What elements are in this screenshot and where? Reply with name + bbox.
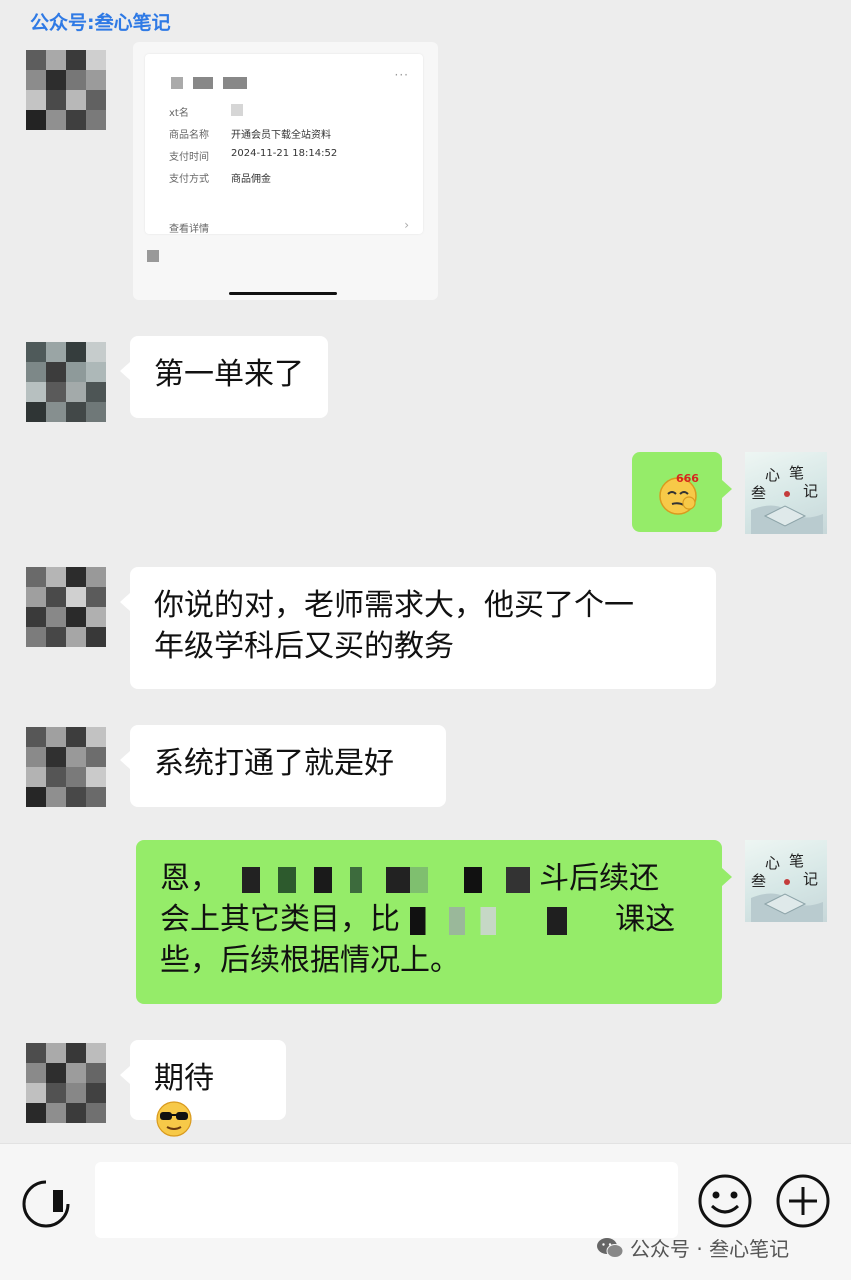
card-row-key: xt名 [169,108,189,119]
svg-text:666: 666 [676,472,699,485]
svg-text:心: 心 [765,854,780,872]
avatar[interactable] [26,567,106,647]
message-text: 第一单来了 [154,357,304,392]
message-text: 会上其它类目，比 [160,902,400,937]
svg-text:记: 记 [803,870,818,888]
svg-text:笔: 笔 [789,852,804,870]
message-text-line: 恩， 斗后续还 [160,858,698,899]
card-row-key: 支付时间 [169,152,209,163]
card-row-key: 商品名称 [169,130,209,141]
card-header-redacted [171,77,247,89]
redacted-block [147,250,159,262]
svg-text:叁: 叁 [751,484,766,502]
voice-icon[interactable] [20,1178,72,1230]
message-text: 系统打通了就是好 [154,746,394,781]
message-text-line: 会上其它类目，比 课这 [160,899,698,940]
logo-avatar-icon: 心 笔 叁 记 [751,852,823,922]
watermark-bottom: 公众号 · 叁心笔记 [596,1233,789,1262]
svg-text:记: 记 [803,482,818,500]
avatar-self[interactable]: 心 笔 叁 记 [745,840,827,922]
redacted-block [409,906,606,935]
message-text: 期待 [154,1061,214,1096]
sunglasses-emoji-icon [156,1101,192,1137]
message-text-line: 你说的对，老师需求大，他买了个一 [154,588,634,623]
payment-card[interactable]: ··· xt名 商品名称 开通会员下载全站资料 支付时间 2024-11-21 … [145,54,423,235]
logo-avatar-icon: 心 笔 叁 记 [751,464,823,534]
card-row-value: 商品佣金 [231,174,271,185]
avatar[interactable] [26,50,106,130]
message-bubble[interactable]: 期待 [120,1040,286,1137]
card-row-value: 2024-11-21 18:14:52 [231,148,338,159]
avatar[interactable] [26,727,106,807]
message-bubble[interactable]: 系统打通了就是好 [120,725,446,807]
message-bubble-self[interactable]: 恩， 斗后续还 会上其它类目，比 课这 些，后续根据情况上。 [136,840,732,1004]
avatar[interactable] [26,1043,106,1123]
message-text: 课这 [615,902,676,937]
message-bubble[interactable]: 你说的对，老师需求大，他买了个一 年级学科后又买的教务 [120,567,716,689]
message-bubble[interactable]: 第一单来了 [120,336,328,418]
message-input[interactable] [95,1162,678,1238]
redacted-block [229,866,530,893]
message-text: 恩， [160,861,220,896]
watermark-top: 公众号:叁心笔记 [30,12,171,34]
svg-text:笔: 笔 [789,464,804,482]
message-text-line: 些，后续根据情况上。 [160,943,460,978]
message-text-line: 年级学科后又买的教务 [154,629,454,664]
emoji-icon[interactable] [696,1172,754,1230]
more-dots-icon[interactable]: ··· [395,68,409,82]
view-detail-link[interactable]: 查看详情 [169,220,209,235]
card-row-time: 支付时间 2024-11-21 18:14:52 [169,148,337,163]
watermark-bottom-text: 公众号 · 叁心笔记 [630,1237,790,1261]
card-row-product: 商品名称 开通会员下载全站资料 [169,126,331,141]
avatar[interactable] [26,342,106,422]
avatar-self[interactable]: 心 笔 叁 记 [745,452,827,534]
card-row-key: 支付方式 [169,174,209,185]
message-text: 斗后续还 [539,861,660,896]
payment-card-message[interactable]: ··· xt名 商品名称 开通会员下载全站资料 支付时间 2024-11-21 … [133,42,438,300]
card-row-name: xt名 [169,104,243,119]
home-indicator-bar [229,292,337,295]
svg-text:叁: 叁 [751,872,766,890]
card-row-method: 支付方式 商品佣金 [169,170,271,185]
plus-icon[interactable] [774,1172,832,1230]
redacted-block [231,104,243,116]
wechat-icon [597,1237,624,1258]
666-emoji-icon: 666 [659,472,699,515]
card-row-value: 开通会员下载全站资料 [231,130,331,141]
chevron-right-icon: › [404,218,409,232]
svg-text:心: 心 [765,466,780,484]
